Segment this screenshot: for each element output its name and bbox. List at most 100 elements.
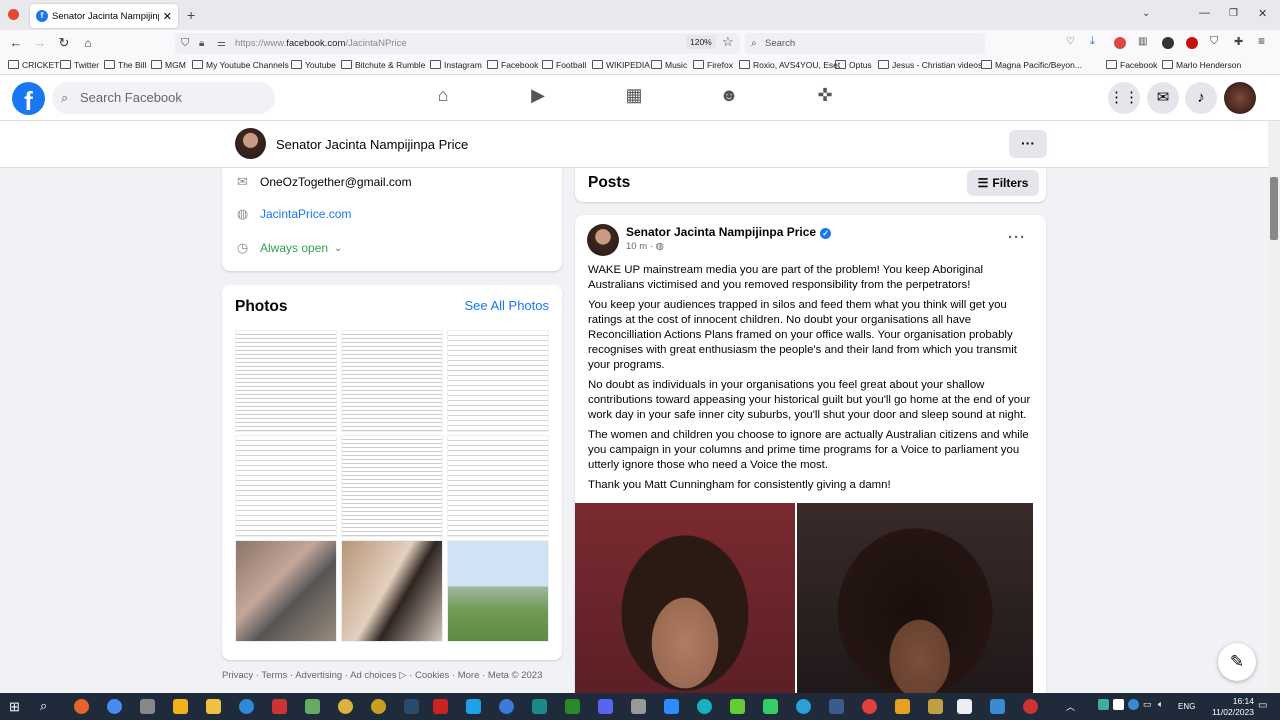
app-taskbar-icon[interactable] — [272, 699, 287, 714]
hamburger-menu-icon[interactable]: ≡ — [1258, 34, 1265, 48]
clock[interactable]: 16:14 11/02/2023 — [1212, 696, 1254, 718]
bookmark-item[interactable]: Bitchute & Rumble — [341, 60, 425, 70]
app-taskbar-icon[interactable] — [895, 699, 910, 714]
account-avatar[interactable] — [1224, 82, 1256, 114]
messenger-icon[interactable]: ✉ — [1147, 82, 1179, 114]
scrollbar-thumb[interactable] — [1270, 177, 1278, 240]
app-taskbar-icon[interactable] — [928, 699, 943, 714]
app-taskbar-icon[interactable] — [763, 699, 778, 714]
app-taskbar-icon[interactable] — [499, 699, 514, 714]
facebook-search-input[interactable]: ⌕ Search Facebook — [52, 82, 275, 114]
photo-thumbnail[interactable] — [235, 435, 337, 537]
permissions-icon[interactable]: ⚌ — [217, 33, 226, 54]
bookmark-item[interactable]: The Bill — [104, 60, 146, 70]
tray-app-icon[interactable] — [1128, 699, 1139, 710]
tracking-shield-icon[interactable]: ⛉ — [181, 33, 189, 54]
bookmark-item[interactable]: WIKIPEDIA — [592, 60, 650, 70]
downloads-icon[interactable]: ⤓ — [1090, 35, 1095, 48]
profile-avatar[interactable] — [235, 128, 266, 159]
post-timestamp[interactable]: 10 m · ◍ — [626, 241, 664, 252]
app-taskbar-icon[interactable] — [338, 699, 353, 714]
firefox-taskbar-icon[interactable] — [74, 699, 89, 714]
post-author-name[interactable]: Senator Jacinta Nampijinpa Price ✓ — [626, 225, 832, 239]
bookmark-item[interactable]: CRICKET — [8, 60, 59, 70]
new-message-compose-button[interactable]: ✎ — [1218, 643, 1256, 681]
tab-list-chevron-icon[interactable]: ⌄ — [1142, 8, 1150, 19]
bookmark-item[interactable]: Facebook — [487, 60, 538, 70]
bookmark-item[interactable]: Optus — [835, 60, 872, 70]
chrome-taskbar-icon[interactable] — [107, 699, 122, 714]
post-author-avatar[interactable] — [587, 224, 619, 256]
bookmark-item[interactable]: Football — [542, 60, 586, 70]
bookmark-star-icon[interactable]: ☆ — [722, 34, 734, 50]
close-window-icon[interactable]: ✕ — [1258, 7, 1267, 20]
browser-tab[interactable]: f Senator Jacinta Nampijinpa Pric ✕ — [30, 4, 178, 28]
firefox-menu-icon[interactable] — [8, 9, 19, 20]
app-taskbar-icon[interactable] — [990, 699, 1005, 714]
tray-chevron-icon[interactable]: ︿ — [1066, 700, 1075, 713]
reload-icon[interactable]: ↻ — [55, 34, 73, 52]
app-taskbar-icon[interactable] — [371, 699, 386, 714]
photo-thumbnail[interactable] — [341, 435, 443, 537]
close-tab-icon[interactable]: ✕ — [163, 10, 172, 23]
windows-start-icon[interactable]: ⊞ — [9, 699, 20, 715]
extensions-puzzle-icon[interactable]: ✚ — [1234, 35, 1243, 48]
minimize-window-icon[interactable]: — — [1199, 7, 1210, 19]
tray-app-icon[interactable] — [1098, 699, 1109, 710]
marketplace-nav-icon[interactable]: ▦ — [620, 85, 648, 111]
discord-taskbar-icon[interactable] — [598, 699, 613, 714]
extension-adblock-icon[interactable] — [1114, 37, 1126, 49]
pinterest-extension-icon[interactable] — [1186, 37, 1198, 49]
profile-more-button[interactable]: ··· — [1009, 130, 1047, 158]
bookmark-item[interactable]: Facebook — [1106, 60, 1157, 70]
steam-taskbar-icon[interactable] — [404, 699, 419, 714]
sidebar-icon[interactable]: ▥ — [1138, 36, 1147, 47]
notification-center-icon[interactable]: ▭ — [1258, 700, 1267, 711]
notifications-bell-icon[interactable]: ♪ — [1185, 82, 1217, 114]
app-taskbar-icon[interactable] — [697, 699, 712, 714]
zoom-taskbar-icon[interactable] — [664, 699, 679, 714]
app-taskbar-icon[interactable] — [957, 699, 972, 714]
app-taskbar-icon[interactable] — [730, 699, 745, 714]
app-taskbar-icon[interactable] — [305, 699, 320, 714]
menu-grid-icon[interactable]: ⋮⋮ — [1108, 82, 1140, 114]
watch-nav-icon[interactable]: ▶ — [524, 85, 552, 111]
chevron-down-icon[interactable]: ⌄ — [334, 243, 342, 254]
extension-icon[interactable] — [1162, 37, 1174, 49]
network-icon[interactable]: ▭ — [1143, 699, 1152, 710]
facebook-logo-icon[interactable]: f — [12, 82, 45, 116]
bookmark-item[interactable]: Firefox — [693, 60, 733, 70]
see-all-photos-link[interactable]: See All Photos — [464, 298, 549, 313]
app-taskbar-icon[interactable] — [140, 699, 155, 714]
privacy-extension-icon[interactable]: ⛉ — [1210, 35, 1218, 48]
restore-window-icon[interactable]: ❐ — [1229, 8, 1238, 19]
browser-search-input[interactable]: ⌕ Search — [745, 33, 985, 54]
file-explorer-taskbar-icon[interactable] — [206, 699, 221, 714]
audition-taskbar-icon[interactable] — [565, 699, 580, 714]
bookmark-item[interactable]: Twitter — [60, 60, 99, 70]
footer-links[interactable]: Privacy · Terms · Advertising · Ad choic… — [222, 670, 542, 681]
app-taskbar-icon[interactable] — [829, 699, 844, 714]
app-taskbar-icon[interactable] — [173, 699, 188, 714]
back-icon[interactable]: ← — [7, 34, 25, 52]
forward-icon[interactable]: → — [31, 34, 49, 52]
lock-icon[interactable]: 🔒︎ — [199, 33, 204, 54]
photo-thumbnail[interactable] — [235, 330, 337, 432]
post-image[interactable] — [575, 503, 1033, 695]
bookmark-item[interactable]: Youtube — [291, 60, 336, 70]
taskbar-search-icon[interactable]: ⌕ — [40, 698, 47, 714]
home-icon[interactable]: ⌂ — [79, 34, 97, 52]
zoom-level[interactable]: 120% — [686, 35, 716, 49]
website-link[interactable]: JacintaPrice.com — [260, 207, 351, 221]
edge-taskbar-icon[interactable] — [532, 699, 547, 714]
post-options-button[interactable]: ··· — [1008, 229, 1026, 246]
new-tab-icon[interactable]: + — [187, 7, 195, 23]
app-taskbar-icon[interactable] — [433, 699, 448, 714]
bookmark-item[interactable]: My Youtube Channels — [192, 60, 289, 70]
volume-icon[interactable]: 🔈︎ — [1158, 699, 1163, 710]
bookmark-item[interactable]: Roxio, AVS4YOU, Eset — [739, 60, 840, 70]
photo-thumbnail[interactable] — [447, 435, 549, 537]
filters-button[interactable]: ☰ Filters — [967, 170, 1039, 196]
bookmark-item[interactable]: Marlo Henderson — [1162, 60, 1241, 70]
photo-thumbnail[interactable] — [341, 330, 443, 432]
